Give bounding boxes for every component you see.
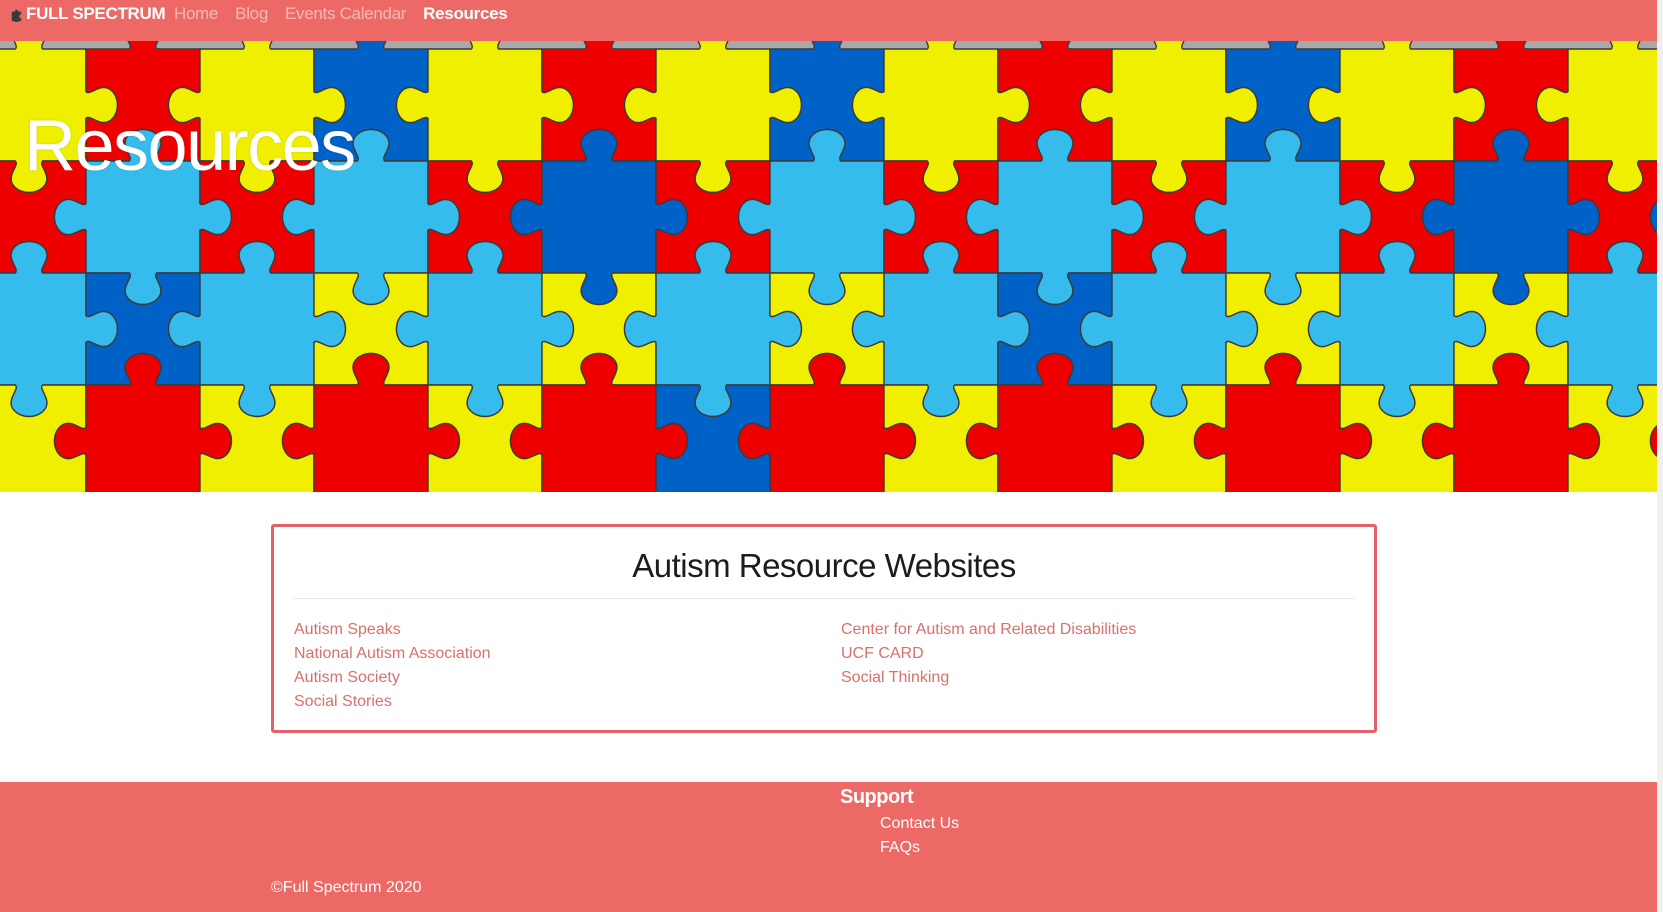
list-item: National Autism Association [294, 642, 491, 666]
list-item: UCF CARD [841, 642, 1136, 666]
resource-link-ucf-card[interactable]: UCF CARD [841, 645, 924, 662]
puzzle-piece-icon [9, 7, 24, 22]
resource-link-national-autism-association[interactable]: National Autism Association [294, 645, 491, 662]
nav-link-events-calendar[interactable]: Events Calendar [285, 4, 406, 24]
resource-link-social-stories[interactable]: Social Stories [294, 693, 392, 710]
support-heading: Support [840, 786, 914, 808]
resource-link-autism-speaks[interactable]: Autism Speaks [294, 621, 401, 638]
resource-links-left: Autism Speaks National Autism Associatio… [294, 618, 491, 714]
brand-link[interactable]: FULL SPECTRUM [9, 2, 166, 26]
top-navbar: FULL SPECTRUM Home Blog Events Calendar … [0, 0, 1657, 41]
page-title: Resources [24, 106, 356, 186]
scrollbar[interactable] [1657, 0, 1663, 912]
card-title: Autism Resource Websites [632, 547, 1016, 584]
footer-link-contact-us[interactable]: Contact Us [880, 815, 959, 832]
brand-label: FULL SPECTRUM [26, 4, 166, 23]
resource-link-card-center[interactable]: Center for Autism and Related Disabiliti… [841, 621, 1136, 638]
resource-link-autism-society[interactable]: Autism Society [294, 669, 400, 686]
resource-links-right: Center for Autism and Related Disabiliti… [841, 618, 1136, 690]
list-item: FAQs [880, 836, 959, 860]
nav-link-blog[interactable]: Blog [235, 4, 268, 24]
nav-links: Home Blog Events Calendar Resources [174, 2, 508, 26]
list-item: Autism Society [294, 666, 491, 690]
resource-link-social-thinking[interactable]: Social Thinking [841, 669, 949, 686]
card-divider [294, 598, 1354, 599]
list-item: Social Thinking [841, 666, 1136, 690]
nav-link-resources[interactable]: Resources [423, 4, 508, 24]
list-item: Center for Autism and Related Disabiliti… [841, 618, 1136, 642]
site-footer: Support Contact Us FAQs ©Full Spectrum 2… [0, 782, 1657, 912]
list-item: Contact Us [880, 812, 959, 836]
nav-link-home[interactable]: Home [174, 4, 218, 24]
copyright-text: ©Full Spectrum 2020 [271, 879, 422, 896]
resources-card: Autism Resource Websites Autism Speaks N… [271, 524, 1377, 733]
footer-link-faqs[interactable]: FAQs [880, 839, 920, 856]
hero-banner: Resources [0, 41, 1657, 492]
support-links: Contact Us FAQs [880, 812, 959, 860]
list-item: Social Stories [294, 690, 491, 714]
list-item: Autism Speaks [294, 618, 491, 642]
